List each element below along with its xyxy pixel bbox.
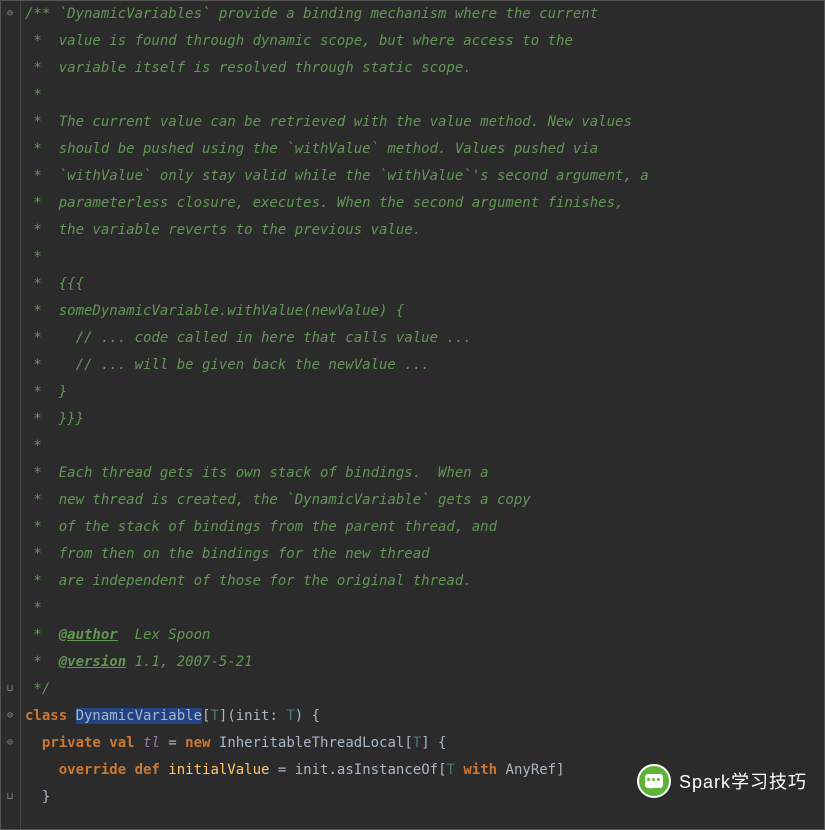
token-paren: ]( xyxy=(219,708,236,724)
fold-marker[interactable]: ⊖ xyxy=(5,9,15,19)
code-line[interactable]: * @version 1.1, 2007-5-21 xyxy=(25,649,820,676)
token-paren: [ xyxy=(438,762,446,778)
token-comment: * } xyxy=(25,384,67,400)
token-ident: AnyRef xyxy=(506,762,557,778)
token-tparam: T xyxy=(286,708,294,724)
code-editor: ⊖ ⊔ ⊖ ⊖ ⊔ /** `DynamicVariables` provide a b… xyxy=(0,0,825,830)
token-comment: Lex Spoon xyxy=(118,627,211,643)
token-comment: * // ... will be given back the newValue… xyxy=(25,357,430,373)
token-plain xyxy=(497,762,505,778)
token-keyword: with xyxy=(463,762,497,778)
code-line[interactable]: * // ... code called in here that calls … xyxy=(25,325,820,352)
code-line[interactable]: * should be pushed using the `withValue`… xyxy=(25,136,820,163)
code-line[interactable]: * xyxy=(25,595,820,622)
token-tparam: T xyxy=(413,735,421,751)
token-field: tl xyxy=(143,735,160,751)
token-comment: * the variable reverts to the previous v… xyxy=(25,222,421,238)
token-comment: /** `DynamicVariables` provide a binding… xyxy=(25,6,598,22)
token-comment: * value is found through dynamic scope, … xyxy=(25,33,573,49)
code-line[interactable]: override def initialValue = init.asInsta… xyxy=(25,757,820,784)
token-keyword: override def xyxy=(59,762,169,778)
code-line[interactable]: * xyxy=(25,82,820,109)
token-paren: ] { xyxy=(421,735,446,751)
code-line[interactable]: * value is found through dynamic scope, … xyxy=(25,28,820,55)
token-comment: * xyxy=(25,87,42,103)
token-plain: } xyxy=(25,789,50,805)
token-comment: * }}} xyxy=(25,411,84,427)
code-line[interactable]: * {{{ xyxy=(25,271,820,298)
token-comment: * // ... code called in here that calls … xyxy=(25,330,472,346)
token-comment: * xyxy=(25,627,59,643)
code-line[interactable]: * xyxy=(25,433,820,460)
token-tparam: T xyxy=(210,708,218,724)
code-area[interactable]: /** `DynamicVariables` provide a binding… xyxy=(21,1,824,829)
fold-marker[interactable]: ⊖ xyxy=(5,738,15,748)
code-line[interactable]: * @author Lex Spoon xyxy=(25,622,820,649)
fold-marker[interactable]: ⊔ xyxy=(5,792,15,802)
code-line[interactable]: * }}} xyxy=(25,406,820,433)
token-comment: * someDynamicVariable.withValue(newValue… xyxy=(25,303,404,319)
code-line[interactable]: /** `DynamicVariables` provide a binding… xyxy=(25,1,820,28)
token-ident: asInstanceOf xyxy=(337,762,438,778)
fold-marker[interactable]: ⊔ xyxy=(5,684,15,694)
code-line[interactable]: * someDynamicVariable.withValue(newValue… xyxy=(25,298,820,325)
token-ident: init xyxy=(295,762,329,778)
code-line[interactable]: * variable itself is resolved through st… xyxy=(25,55,820,82)
code-line[interactable]: } xyxy=(25,784,820,811)
token-ident: init xyxy=(236,708,270,724)
token-tparam: T xyxy=(447,762,455,778)
code-line[interactable]: */ xyxy=(25,676,820,703)
token-keyword: new xyxy=(185,735,219,751)
token-ident: InheritableThreadLocal xyxy=(219,735,404,751)
token-comment: * new thread is created, the `DynamicVar… xyxy=(25,492,531,508)
code-line[interactable]: class DynamicVariable[T](init: T) { xyxy=(25,703,820,730)
token-comment: * variable itself is resolved through st… xyxy=(25,60,472,76)
fold-marker[interactable]: ⊖ xyxy=(5,711,15,721)
code-line[interactable]: private val tl = new InheritableThreadLo… xyxy=(25,730,820,757)
token-doc-tag: @author xyxy=(59,627,118,643)
token-comment: */ xyxy=(25,681,50,697)
token-comment: * xyxy=(25,600,42,616)
code-line[interactable]: * Each thread gets its own stack of bind… xyxy=(25,460,820,487)
code-line[interactable]: * of the stack of bindings from the pare… xyxy=(25,514,820,541)
token-paren: [ xyxy=(404,735,412,751)
token-plain xyxy=(25,762,59,778)
code-line[interactable]: * The current value can be retrieved wit… xyxy=(25,109,820,136)
token-plain: : xyxy=(269,708,286,724)
code-line[interactable]: * the variable reverts to the previous v… xyxy=(25,217,820,244)
token-comment: * are independent of those for the origi… xyxy=(25,573,472,589)
token-doc-tag: @version xyxy=(59,654,126,670)
token-paren: ] xyxy=(556,762,564,778)
token-comment: * should be pushed using the `withValue`… xyxy=(25,141,598,157)
token-comment: * from then on the bindings for the new … xyxy=(25,546,430,562)
token-comment: * xyxy=(25,654,59,670)
code-line[interactable]: * parameterless closure, executes. When … xyxy=(25,190,820,217)
token-comment: * xyxy=(25,438,42,454)
token-keyword: class xyxy=(25,708,76,724)
token-comment: 1.1, 2007-5-21 xyxy=(126,654,252,670)
token-comment: * {{{ xyxy=(25,276,84,292)
code-line[interactable]: * `withValue` only stay valid while the … xyxy=(25,163,820,190)
code-line[interactable]: * new thread is created, the `DynamicVar… xyxy=(25,487,820,514)
token-selected: DynamicVariable xyxy=(76,708,202,724)
token-plain: = xyxy=(160,735,185,751)
token-comment: * of the stack of bindings from the pare… xyxy=(25,519,497,535)
token-comment: * parameterless closure, executes. When … xyxy=(25,195,623,211)
token-plain: . xyxy=(328,762,336,778)
token-keyword: private val xyxy=(42,735,143,751)
code-line[interactable]: * xyxy=(25,244,820,271)
code-line[interactable]: * from then on the bindings for the new … xyxy=(25,541,820,568)
code-line[interactable]: * } xyxy=(25,379,820,406)
token-comment: * `withValue` only stay valid while the … xyxy=(25,168,649,184)
code-line[interactable]: * are independent of those for the origi… xyxy=(25,568,820,595)
token-comment: * Each thread gets its own stack of bind… xyxy=(25,465,489,481)
gutter: ⊖ ⊔ ⊖ ⊖ ⊔ xyxy=(1,1,21,829)
token-plain: = xyxy=(269,762,294,778)
code-line[interactable]: * // ... will be given back the newValue… xyxy=(25,352,820,379)
token-comment: * The current value can be retrieved wit… xyxy=(25,114,632,130)
token-comment: * xyxy=(25,249,42,265)
token-paren: ) { xyxy=(295,708,320,724)
token-plain xyxy=(25,735,42,751)
token-method: initialValue xyxy=(168,762,269,778)
